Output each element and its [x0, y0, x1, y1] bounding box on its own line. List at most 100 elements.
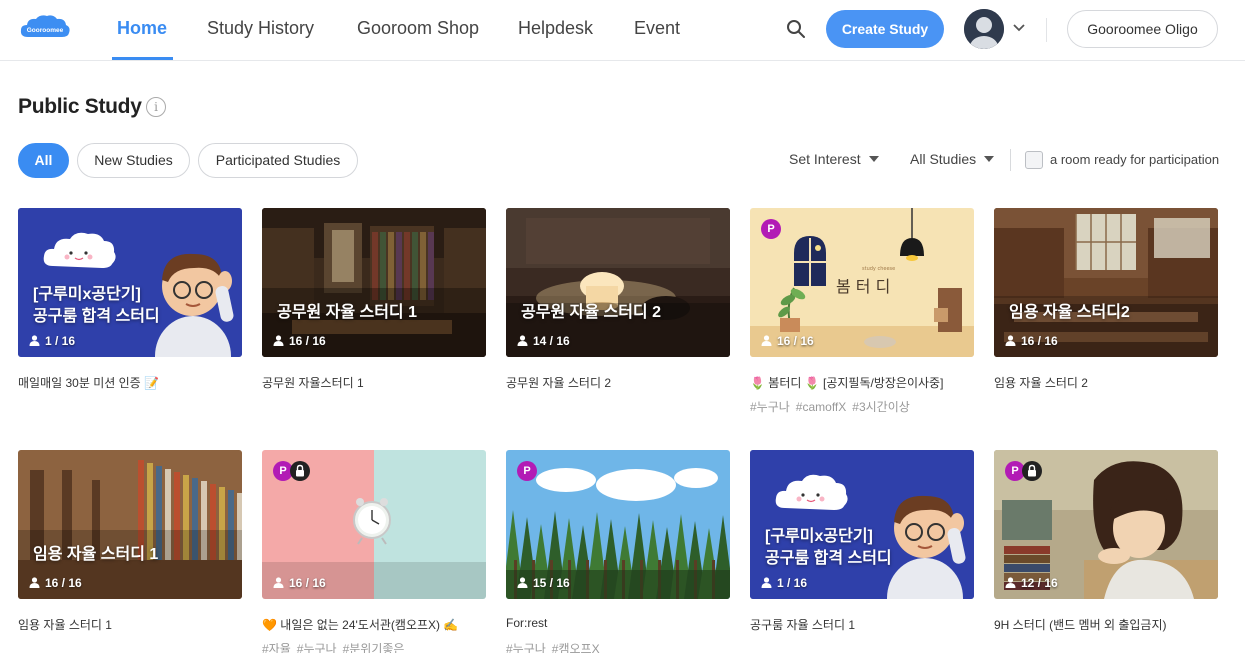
study-thumbnail[interactable]: P 12 / 16	[994, 450, 1218, 599]
thumbnail-title: 공무원 자율 스터디 1	[277, 304, 417, 321]
study-title[interactable]: 🧡 내일은 없는 24'도서관(캠오프X) ✍️	[262, 616, 458, 633]
study-thumbnail[interactable]: P 16 / 16	[262, 450, 486, 599]
occupancy-text: 14 / 16	[533, 334, 570, 348]
study-tag[interactable]: #자율	[262, 642, 291, 653]
person-icon	[29, 577, 40, 588]
filter-all[interactable]: All	[18, 143, 69, 178]
info-icon[interactable]: i	[146, 97, 166, 117]
study-title[interactable]: 9H 스터디 (밴드 멤버 외 출입금지)	[994, 616, 1166, 633]
study-tag[interactable]: #누구나	[506, 642, 546, 653]
occupancy-count: 1 / 16	[761, 576, 807, 590]
lock-icon	[1022, 461, 1042, 481]
ready-room-checkbox[interactable]	[1025, 151, 1043, 169]
header-divider	[1046, 18, 1047, 42]
active-nav-indicator	[112, 57, 173, 60]
page-title: Public Study	[18, 95, 142, 118]
study-tag[interactable]: #누구나	[297, 642, 337, 653]
occupancy-text: 16 / 16	[289, 334, 326, 348]
occupancy-count: 1 / 16	[29, 334, 75, 348]
nav-helpdesk[interactable]: Helpdesk	[518, 18, 593, 39]
thumbnail-title: 공무원 자율 스터디 2	[521, 304, 661, 321]
occupancy-text: 1 / 16	[777, 576, 808, 590]
nav-event[interactable]: Event	[634, 18, 680, 39]
set-interest-label: Set Interest	[789, 151, 861, 167]
occupancy-count: 12 / 16	[1005, 576, 1058, 590]
person-icon	[761, 577, 772, 588]
study-title[interactable]: 공무원 자율스터디 1	[262, 374, 364, 391]
card-art-title: 봄 터 디	[836, 277, 890, 296]
study-thumbnail[interactable]: 임용 자율 스터디 1 16 / 16	[18, 450, 242, 599]
create-study-button[interactable]: Create Study	[826, 10, 944, 48]
private-badge-icon: P	[517, 461, 537, 481]
caret-down-icon	[868, 156, 879, 162]
private-badge-icon: P	[761, 219, 781, 239]
study-tag[interactable]: #분위기좋은	[343, 642, 405, 653]
person-icon	[1005, 335, 1016, 346]
study-title[interactable]: 임용 자율 스터디 2	[994, 374, 1088, 391]
thumbnail-title: [구루미x공단기] 공구룸 합격 스터디	[765, 528, 892, 567]
occupancy-count: 16 / 16	[1005, 334, 1058, 348]
user-name-button[interactable]: Gooroomee Oligo	[1067, 10, 1218, 48]
person-icon	[517, 577, 528, 588]
study-tags: #자율 #누구나 #분위기좋은	[262, 640, 410, 653]
gooroomee-logo[interactable]: Gooroomee	[18, 13, 72, 43]
occupancy-count: 16 / 16	[761, 334, 814, 348]
occupancy-text: 16 / 16	[289, 576, 326, 590]
occupancy-text: 16 / 16	[777, 334, 814, 348]
person-icon	[517, 335, 528, 346]
study-thumbnail[interactable]: study cheese 봄 터 디 P 16 / 16	[750, 208, 974, 357]
occupancy-text: 1 / 16	[45, 334, 76, 348]
study-thumbnail[interactable]: P 15 / 16	[506, 450, 730, 599]
study-tag[interactable]: #누구나	[750, 400, 790, 414]
study-thumbnail[interactable]: [구루미x공단기] 공구룸 합격 스터디 1 / 16	[750, 450, 974, 599]
study-title[interactable]: 공구룸 자율 스터디 1	[750, 616, 855, 633]
occupancy-count: 15 / 16	[517, 576, 570, 590]
filter-new-studies[interactable]: New Studies	[77, 143, 190, 178]
study-tag[interactable]: #camoffX	[796, 400, 846, 414]
study-tag[interactable]: #캠오프X	[552, 642, 600, 653]
search-icon[interactable]	[786, 19, 806, 39]
study-tags: #누구나 #캠오프X	[506, 640, 606, 653]
study-thumbnail[interactable]: 공무원 자율 스터디 2 14 / 16	[506, 208, 730, 357]
occupancy-count: 16 / 16	[273, 576, 326, 590]
ready-room-label[interactable]: a room ready for participation	[1050, 152, 1219, 167]
study-title[interactable]: For:rest	[506, 616, 547, 630]
all-studies-dropdown[interactable]: All Studies	[910, 151, 995, 167]
study-thumbnail[interactable]: 공무원 자율 스터디 1 16 / 16	[262, 208, 486, 357]
person-icon	[273, 335, 284, 346]
study-thumbnail[interactable]: 임용 자율 스터디2 16 / 16	[994, 208, 1218, 357]
all-studies-label: All Studies	[910, 151, 977, 167]
occupancy-count: 16 / 16	[273, 334, 326, 348]
card-art-small-text: study cheese	[862, 266, 895, 272]
study-tags: #누구나 #camoffX #3시간이상	[750, 398, 916, 415]
occupancy-text: 12 / 16	[1021, 576, 1058, 590]
person-icon	[273, 577, 284, 588]
set-interest-dropdown[interactable]: Set Interest	[789, 151, 879, 167]
person-icon	[1005, 577, 1016, 588]
study-thumbnail[interactable]: [구루미x공단기] 공구룸 합격 스터디 1 / 16	[18, 208, 242, 357]
person-icon	[761, 335, 772, 346]
occupancy-text: 16 / 16	[1021, 334, 1058, 348]
filter-participated-studies[interactable]: Participated Studies	[198, 143, 358, 178]
logo-text: Gooroomee	[27, 27, 64, 34]
nav-home[interactable]: Home	[117, 18, 167, 39]
thumbnail-title: 임용 자율 스터디 1	[33, 546, 159, 563]
study-title[interactable]: 🌷 봄터디 🌷 [공지필독/방장은이사중]	[750, 374, 943, 391]
study-title[interactable]: 공무원 자율 스터디 2	[506, 374, 611, 391]
caret-down-icon	[984, 156, 995, 162]
person-icon	[29, 335, 40, 346]
occupancy-count: 14 / 16	[517, 334, 570, 348]
thumbnail-title: 임용 자율 스터디2	[1009, 304, 1130, 321]
study-title[interactable]: 매일매일 30분 미션 인증 📝	[18, 374, 159, 391]
occupancy-count: 16 / 16	[29, 576, 82, 590]
thumbnail-title: [구루미x공단기] 공구룸 합격 스터디	[33, 286, 160, 325]
filter-divider	[1010, 149, 1011, 171]
nav-study-history[interactable]: Study History	[207, 18, 314, 39]
study-tag[interactable]: #3시간이상	[852, 400, 910, 414]
occupancy-text: 15 / 16	[533, 576, 570, 590]
user-avatar-icon	[964, 9, 1004, 49]
study-title[interactable]: 임용 자율 스터디 1	[18, 616, 112, 633]
avatar[interactable]	[964, 9, 1004, 49]
nav-gooroom-shop[interactable]: Gooroom Shop	[357, 18, 479, 39]
chevron-down-icon[interactable]	[1011, 20, 1027, 36]
